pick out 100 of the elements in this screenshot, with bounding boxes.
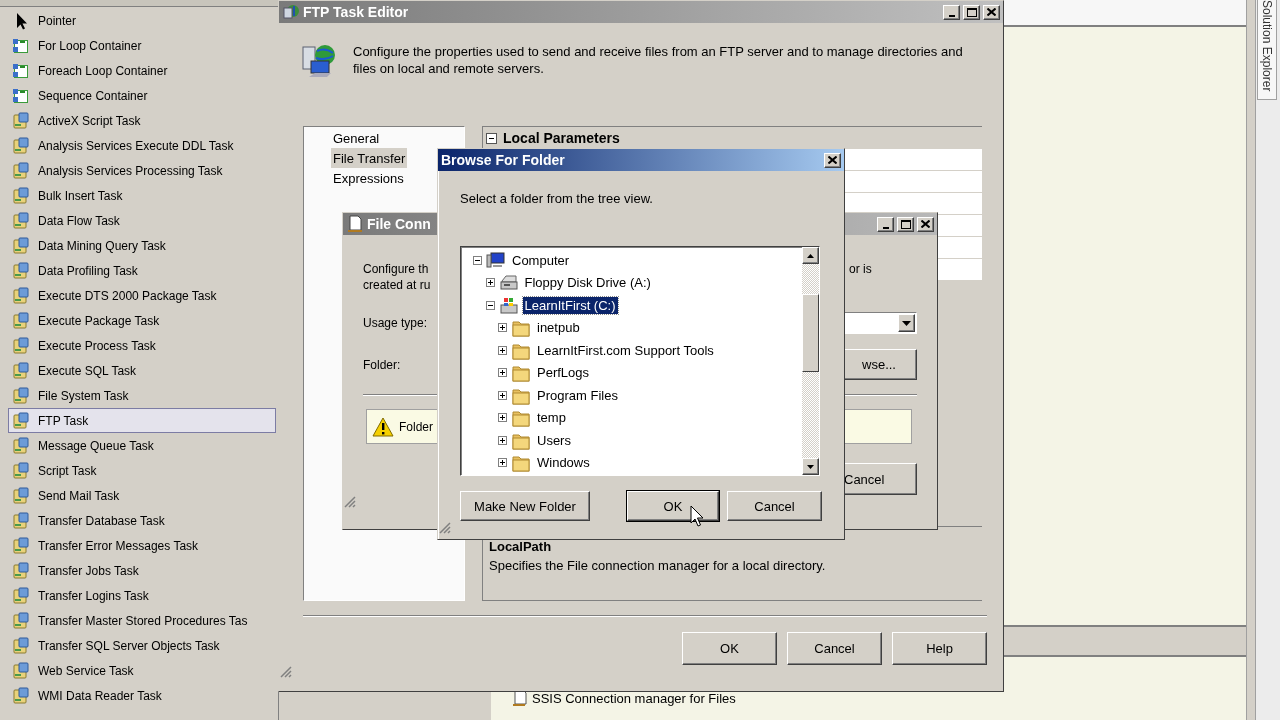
toolbox-item[interactable]: For Loop Container xyxy=(8,33,276,58)
toolbox-item[interactable]: Execute SQL Task xyxy=(8,358,276,383)
maximize-button[interactable] xyxy=(897,216,914,232)
close-button[interactable] xyxy=(824,152,841,168)
resize-grip[interactable] xyxy=(279,665,292,678)
scroll-up-button[interactable] xyxy=(802,247,819,264)
toolbox-item[interactable]: Transfer Logins Task xyxy=(8,583,276,608)
expand-icon[interactable] xyxy=(498,323,507,333)
container-icon xyxy=(12,36,30,55)
toolbox-item[interactable]: Analysis Services Execute DDL Task xyxy=(8,133,276,158)
toolbox-item[interactable]: Web Service Task xyxy=(8,658,276,683)
tree-item[interactable]: Windows xyxy=(535,454,592,472)
solution-explorer-tab[interactable]: Solution Explorer xyxy=(1257,0,1277,100)
task-icon xyxy=(12,361,30,380)
toolbox-item[interactable]: WMI Data Reader Task xyxy=(8,683,276,708)
expand-icon[interactable] xyxy=(498,435,507,445)
description-fragment: or is xyxy=(848,261,873,278)
minimize-icon xyxy=(948,14,955,17)
minimize-button[interactable] xyxy=(877,216,894,232)
expand-icon[interactable] xyxy=(498,413,507,423)
tree-item[interactable]: Floppy Disk Drive (A:) xyxy=(522,274,653,292)
page-list-item[interactable]: Expressions xyxy=(331,168,406,188)
folder-icon xyxy=(511,318,531,338)
expand-icon[interactable] xyxy=(498,345,507,355)
task-icon xyxy=(12,661,30,680)
toolbox-item[interactable]: Foreach Loop Container xyxy=(8,58,276,83)
scroll-down-button[interactable] xyxy=(802,458,819,475)
page-list-item[interactable]: General xyxy=(331,128,382,148)
toolbox-item[interactable]: Pointer xyxy=(8,8,276,33)
toolbox-item[interactable]: Data Profiling Task xyxy=(8,258,276,283)
collapse-icon[interactable] xyxy=(485,300,495,310)
toolbox-item[interactable]: Analysis Services Processing Task xyxy=(8,158,276,183)
page-list-item[interactable]: File Transfer xyxy=(331,148,408,168)
toolbox-item[interactable]: Execute Process Task xyxy=(8,333,276,358)
toolbox-item[interactable]: File System Task xyxy=(8,383,276,408)
toolbox-item[interactable]: Sequence Container xyxy=(8,83,276,108)
task-icon xyxy=(12,286,30,305)
task-icon xyxy=(12,586,30,605)
connection-manager-item[interactable]: SSIS Connection manager for Files xyxy=(511,689,1246,707)
close-button[interactable] xyxy=(983,4,1000,20)
ok-button[interactable]: OK xyxy=(682,632,777,665)
ftp-server-icon xyxy=(301,43,337,79)
toolbox-item[interactable]: Execute DTS 2000 Package Task xyxy=(8,283,276,308)
resize-grip[interactable] xyxy=(343,495,356,508)
minimize-button[interactable] xyxy=(943,4,960,20)
collapse-icon[interactable] xyxy=(486,132,497,144)
task-icon xyxy=(12,136,30,155)
task-icon xyxy=(12,536,30,555)
tree-item[interactable]: LearnItFirst.com Support Tools xyxy=(535,341,716,359)
maximize-icon xyxy=(966,7,977,17)
resize-grip[interactable] xyxy=(438,521,451,534)
tree-item[interactable]: Computer xyxy=(510,251,572,269)
collapse-icon[interactable] xyxy=(473,255,482,265)
expand-icon[interactable] xyxy=(498,390,507,400)
task-icon xyxy=(12,511,30,530)
toolbox-item[interactable]: Data Flow Task xyxy=(8,208,276,233)
toolbox-item[interactable]: Transfer Database Task xyxy=(8,508,276,533)
task-icon xyxy=(12,411,30,430)
toolbox-item[interactable]: Bulk Insert Task xyxy=(8,183,276,208)
warning-icon xyxy=(372,416,394,437)
toolbox-item[interactable]: Transfer Jobs Task xyxy=(8,558,276,583)
tree-item[interactable]: Program Files xyxy=(535,386,620,404)
tree-item[interactable]: LearnItFirst (C:) xyxy=(522,296,618,314)
cancel-button[interactable]: Cancel xyxy=(727,491,822,521)
folder-icon xyxy=(511,453,531,473)
help-button[interactable]: Help xyxy=(892,632,987,665)
cancel-button[interactable]: Cancel xyxy=(787,632,882,665)
usage-type-label: Usage type: xyxy=(363,315,428,332)
hard-drive-icon xyxy=(498,295,519,315)
toolbox-item[interactable]: Execute Package Task xyxy=(8,308,276,333)
toolbox-item[interactable]: Script Task xyxy=(8,458,276,483)
close-button[interactable] xyxy=(917,216,934,232)
minimize-icon xyxy=(882,226,889,229)
task-icon xyxy=(12,211,30,230)
toolbox-item[interactable]: Transfer Master Stored Procedures Tas xyxy=(8,608,276,633)
toolbox-item[interactable]: Message Queue Task xyxy=(8,433,276,458)
make-new-folder-button[interactable]: Make New Folder xyxy=(460,491,590,521)
tree-item[interactable]: inetpub xyxy=(535,319,582,337)
toolbox-item[interactable]: FTP Task xyxy=(8,408,276,433)
expand-icon[interactable] xyxy=(498,368,507,378)
scrollbar-thumb[interactable] xyxy=(802,294,819,372)
expand-icon[interactable] xyxy=(498,458,507,468)
task-icon xyxy=(12,161,30,180)
task-icon xyxy=(12,461,30,480)
ftp-globe-icon xyxy=(282,3,300,21)
toolbox-item[interactable]: Data Mining Query Task xyxy=(8,233,276,258)
toolbox-item[interactable]: Transfer Error Messages Task xyxy=(8,533,276,558)
toolbox-item[interactable]: Send Mail Task xyxy=(8,483,276,508)
container-icon xyxy=(12,86,30,105)
expand-icon[interactable] xyxy=(485,278,495,288)
down-arrow-icon xyxy=(807,464,814,469)
task-icon xyxy=(12,561,30,580)
maximize-button[interactable] xyxy=(963,4,980,20)
ok-button[interactable]: OK xyxy=(627,491,719,521)
tree-item[interactable]: temp xyxy=(535,409,568,427)
file-connection-icon xyxy=(511,689,529,707)
toolbox-item[interactable]: Transfer SQL Server Objects Task xyxy=(8,633,276,658)
toolbox-item[interactable]: ActiveX Script Task xyxy=(8,108,276,133)
help-text: Specifies the File connection manager for a local directory. xyxy=(489,558,827,573)
tree-item[interactable]: PerfLogs xyxy=(535,364,592,382)
